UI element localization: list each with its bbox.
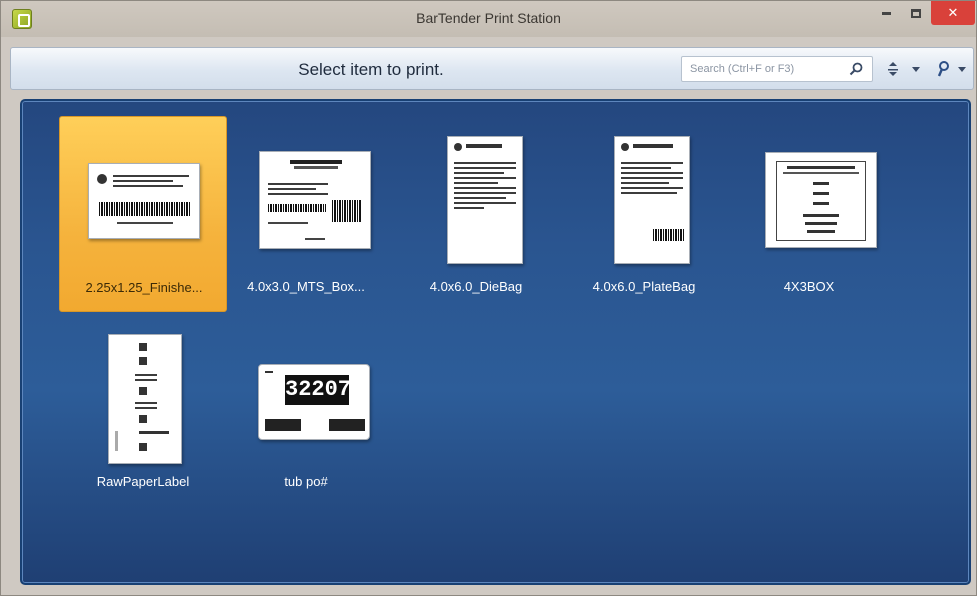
label-item[interactable]: RawPaperLabel — [59, 326, 227, 522]
window-title: BarTender Print Station — [416, 10, 561, 26]
label-item-name: RawPaperLabel — [96, 474, 190, 489]
close-icon: ✕ — [947, 5, 959, 20]
label-portrait-icon — [447, 136, 523, 264]
search-input[interactable] — [681, 56, 873, 82]
label-tall-icon — [108, 334, 182, 464]
tub-number: 32207 — [285, 375, 351, 405]
label-item[interactable]: 2.25x1.25_Finishe... — [59, 116, 227, 312]
label-item-name: 2.25x1.25_Finishe... — [85, 280, 203, 295]
label-item-name: 4.0x6.0_DieBag — [429, 279, 523, 294]
maximize-icon — [911, 8, 921, 18]
label-item[interactable]: 4.0x3.0_MTS_Box... — [222, 116, 390, 312]
minimize-button[interactable] — [871, 1, 901, 25]
sort-icon[interactable] — [885, 60, 901, 78]
label-item-name: tub po# — [284, 474, 328, 489]
maximize-button[interactable] — [901, 1, 931, 25]
label-item-name: 4.0x6.0_PlateBag — [592, 279, 696, 294]
label-item[interactable]: 4.0x6.0_PlateBag — [560, 116, 728, 312]
label-item[interactable]: 4X3BOX — [725, 116, 893, 312]
label-item[interactable]: 32207 tub po# — [222, 326, 390, 522]
label-item-name: 4X3BOX — [783, 279, 835, 294]
toolbar: Select item to print. — [10, 47, 974, 90]
label-items-panel: 2.25x1.25_Finishe... 4.0x3.0_MTS_Box... — [20, 99, 971, 585]
label-item[interactable]: 4.0x6.0_DieBag — [392, 116, 560, 312]
title-bar[interactable]: BarTender Print Station ✕ — [1, 1, 976, 37]
label-portrait-icon — [614, 136, 690, 264]
label-landscape-icon — [88, 163, 200, 239]
options-key-icon[interactable] — [936, 60, 972, 78]
label-box-icon — [765, 152, 877, 248]
select-item-prompt: Select item to print. — [298, 60, 444, 79]
search-icon[interactable] — [848, 61, 864, 77]
minimize-icon — [881, 11, 891, 15]
view-dropdown-icon[interactable] — [910, 60, 922, 78]
label-box-icon — [259, 151, 371, 249]
label-item-name: 4.0x3.0_MTS_Box... — [247, 279, 365, 294]
label-number-icon: 32207 — [258, 364, 370, 440]
print-station-window: BarTender Print Station ✕ Select item to… — [0, 0, 977, 596]
close-button[interactable]: ✕ — [931, 1, 975, 25]
